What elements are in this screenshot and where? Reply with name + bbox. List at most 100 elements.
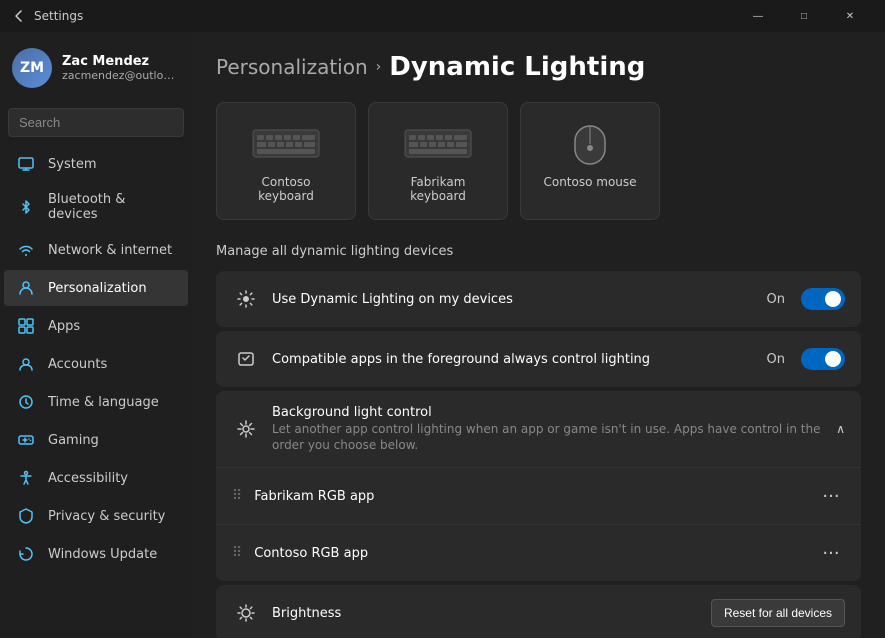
brightness-title: Brightness	[272, 606, 711, 621]
background-light-row: Background light control Let another app…	[216, 391, 861, 468]
brightness-right: Reset for all devices	[711, 599, 845, 627]
dynamic-lighting-icon	[232, 285, 260, 313]
breadcrumb-arrow: ›	[376, 59, 382, 75]
background-light-content: Background light control Let another app…	[272, 405, 836, 453]
fabrikam-rgb-content: Fabrikam RGB app	[254, 489, 817, 504]
brightness-icon	[232, 599, 260, 627]
fabrikam-more-button[interactable]: ···	[817, 482, 845, 510]
fabrikam-rgb-right: ···	[817, 482, 845, 510]
sidebar-item-apps[interactable]: Apps	[4, 308, 188, 344]
back-icon[interactable]	[12, 9, 26, 23]
sidebar-item-personalization[interactable]: Personalization	[4, 270, 188, 306]
network-label: Network & internet	[48, 243, 172, 258]
close-button[interactable]: ✕	[827, 0, 873, 32]
brightness-section: Brightness Reset for all devices	[216, 585, 861, 638]
title-bar-left: Settings	[12, 9, 83, 23]
sidebar-item-network[interactable]: Network & internet	[4, 232, 188, 268]
maximize-button[interactable]: □	[781, 0, 827, 32]
privacy-label: Privacy & security	[48, 509, 165, 524]
contoso-keyboard-label: Contoso keyboard	[233, 175, 339, 203]
apps-icon	[16, 316, 36, 336]
brightness-content: Brightness	[272, 606, 711, 621]
drag-handle-contoso[interactable]: ⠿	[232, 545, 242, 561]
bluetooth-label: Bluetooth & devices	[48, 192, 176, 222]
contoso-more-button[interactable]: ···	[817, 539, 845, 567]
device-card-fabrikam-keyboard[interactable]: Fabrikam keyboard	[368, 102, 508, 220]
breadcrumb-parent[interactable]: Personalization	[216, 55, 368, 79]
compatible-apps-row: Compatible apps in the foreground always…	[216, 331, 861, 387]
gaming-icon	[16, 430, 36, 450]
device-card-contoso-keyboard[interactable]: Contoso keyboard	[216, 102, 356, 220]
title-bar-controls: — □ ✕	[735, 0, 873, 32]
contoso-rgb-right: ···	[817, 539, 845, 567]
background-light-right: ∧	[836, 422, 845, 436]
accessibility-label: Accessibility	[48, 471, 128, 486]
fabrikam-rgb-row: ⠿ Fabrikam RGB app ···	[216, 468, 861, 525]
sidebar-item-privacy[interactable]: Privacy & security	[4, 498, 188, 534]
brightness-row: Brightness Reset for all devices	[216, 585, 861, 638]
bluetooth-icon	[16, 197, 36, 217]
use-dynamic-row: Use Dynamic Lighting on my devices On	[216, 271, 861, 327]
device-card-contoso-mouse[interactable]: Contoso mouse	[520, 102, 660, 220]
sidebar-item-time[interactable]: Time & language	[4, 384, 188, 420]
contoso-rgb-content: Contoso RGB app	[254, 546, 817, 561]
personalization-label: Personalization	[48, 281, 147, 296]
use-dynamic-section: Use Dynamic Lighting on my devices On	[216, 271, 861, 327]
contoso-rgb-row: ⠿ Contoso RGB app ···	[216, 525, 861, 581]
compatible-apps-state: On	[767, 352, 785, 367]
background-light-icon	[232, 415, 260, 443]
update-label: Windows Update	[48, 547, 157, 562]
use-dynamic-content: Use Dynamic Lighting on my devices	[272, 292, 767, 307]
accounts-icon	[16, 354, 36, 374]
system-icon	[16, 154, 36, 174]
compatible-apps-content: Compatible apps in the foreground always…	[272, 352, 767, 367]
contoso-mouse-icon	[555, 123, 625, 163]
update-icon	[16, 544, 36, 564]
app-body: ZM Zac Mendez zacmendez@outlook.com 🔍 Sy…	[0, 32, 885, 638]
collapse-icon[interactable]: ∧	[836, 422, 845, 436]
background-light-section: Background light control Let another app…	[216, 391, 861, 581]
search-input[interactable]	[19, 115, 192, 130]
compatible-apps-toggle[interactable]	[801, 348, 845, 370]
sidebar-item-accessibility[interactable]: Accessibility	[4, 460, 188, 496]
compatible-apps-section: Compatible apps in the foreground always…	[216, 331, 861, 387]
breadcrumb-current: Dynamic Lighting	[389, 52, 645, 82]
sidebar-item-system[interactable]: System	[4, 146, 188, 182]
privacy-icon	[16, 506, 36, 526]
sidebar-item-update[interactable]: Windows Update	[4, 536, 188, 572]
compatible-apps-title: Compatible apps in the foreground always…	[272, 352, 767, 367]
title-bar-title: Settings	[34, 9, 83, 23]
device-cards: Contoso keyboard	[216, 102, 861, 220]
user-name: Zac Mendez	[62, 54, 180, 69]
sidebar-item-accounts[interactable]: Accounts	[4, 346, 188, 382]
search-bar[interactable]: 🔍	[8, 108, 184, 137]
sidebar: ZM Zac Mendez zacmendez@outlook.com 🔍 Sy…	[0, 32, 192, 638]
avatar-initials: ZM	[20, 60, 44, 76]
manage-section-title: Manage all dynamic lighting devices	[216, 244, 861, 259]
time-label: Time & language	[48, 395, 159, 410]
system-label: System	[48, 157, 96, 172]
sidebar-item-gaming[interactable]: Gaming	[4, 422, 188, 458]
main-content: Personalization › Dynamic Lighting	[192, 32, 885, 638]
background-light-subtitle: Let another app control lighting when an…	[272, 422, 836, 453]
sidebar-item-bluetooth[interactable]: Bluetooth & devices	[4, 184, 188, 230]
network-icon	[16, 240, 36, 260]
use-dynamic-state: On	[767, 292, 785, 307]
time-icon	[16, 392, 36, 412]
fabrikam-rgb-title: Fabrikam RGB app	[254, 489, 817, 504]
use-dynamic-right: On	[767, 288, 845, 310]
background-light-title: Background light control	[272, 405, 836, 420]
compatible-apps-icon	[232, 345, 260, 373]
user-info: Zac Mendez zacmendez@outlook.com	[62, 54, 180, 82]
minimize-button[interactable]: —	[735, 0, 781, 32]
accounts-label: Accounts	[48, 357, 107, 372]
use-dynamic-toggle[interactable]	[801, 288, 845, 310]
title-bar: Settings — □ ✕	[0, 0, 885, 32]
drag-handle-fabrikam[interactable]: ⠿	[232, 488, 242, 504]
brightness-reset-button[interactable]: Reset for all devices	[711, 599, 845, 627]
gaming-label: Gaming	[48, 433, 99, 448]
accessibility-icon	[16, 468, 36, 488]
use-dynamic-title: Use Dynamic Lighting on my devices	[272, 292, 767, 307]
contoso-keyboard-icon	[251, 123, 321, 163]
avatar: ZM	[12, 48, 52, 88]
